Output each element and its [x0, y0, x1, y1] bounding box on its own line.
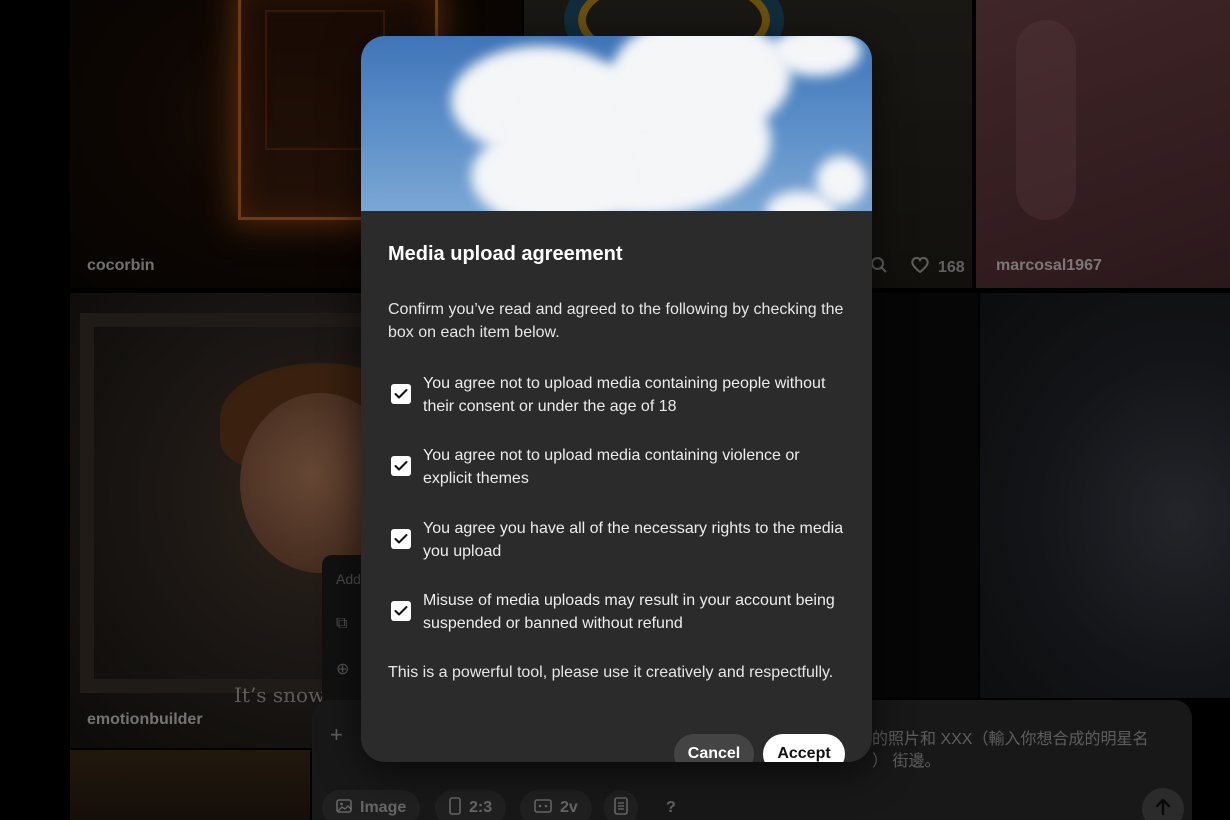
- checkmark-icon: [394, 606, 408, 616]
- agreement-text: You agree you have all of the necessary …: [423, 520, 844, 560]
- dialog-title: Media upload agreement: [388, 243, 623, 265]
- dialog-intro-text: Confirm you’ve read and agreed to the fo…: [388, 301, 844, 341]
- agreement-item[interactable]: You agree you have all of the necessary …: [391, 517, 851, 563]
- cancel-button[interactable]: Cancel: [674, 734, 754, 762]
- agreement-checkbox[interactable]: [391, 384, 411, 404]
- media-upload-agreement-dialog: Media upload agreement Confirm you’ve re…: [361, 36, 872, 762]
- checkmark-icon: [394, 534, 408, 544]
- agreement-text: You agree not to upload media containing…: [423, 447, 800, 487]
- checkmark-icon: [394, 461, 408, 471]
- sky-cloud-image: [361, 36, 872, 211]
- checkmark-icon: [394, 389, 408, 399]
- agreement-item[interactable]: You agree not to upload media containing…: [391, 372, 851, 418]
- agreement-checkbox[interactable]: [391, 601, 411, 621]
- dialog-outro-text: This is a powerful tool, please use it c…: [388, 664, 834, 681]
- agreement-text: You agree not to upload media containing…: [423, 375, 826, 415]
- agreement-item[interactable]: Misuse of media uploads may result in yo…: [391, 589, 851, 635]
- agreement-checkbox[interactable]: [391, 529, 411, 549]
- agreement-checkbox[interactable]: [391, 456, 411, 476]
- agreement-item[interactable]: You agree not to upload media containing…: [391, 444, 851, 490]
- accept-button[interactable]: Accept: [763, 734, 845, 762]
- agreement-text: Misuse of media uploads may result in yo…: [423, 592, 835, 632]
